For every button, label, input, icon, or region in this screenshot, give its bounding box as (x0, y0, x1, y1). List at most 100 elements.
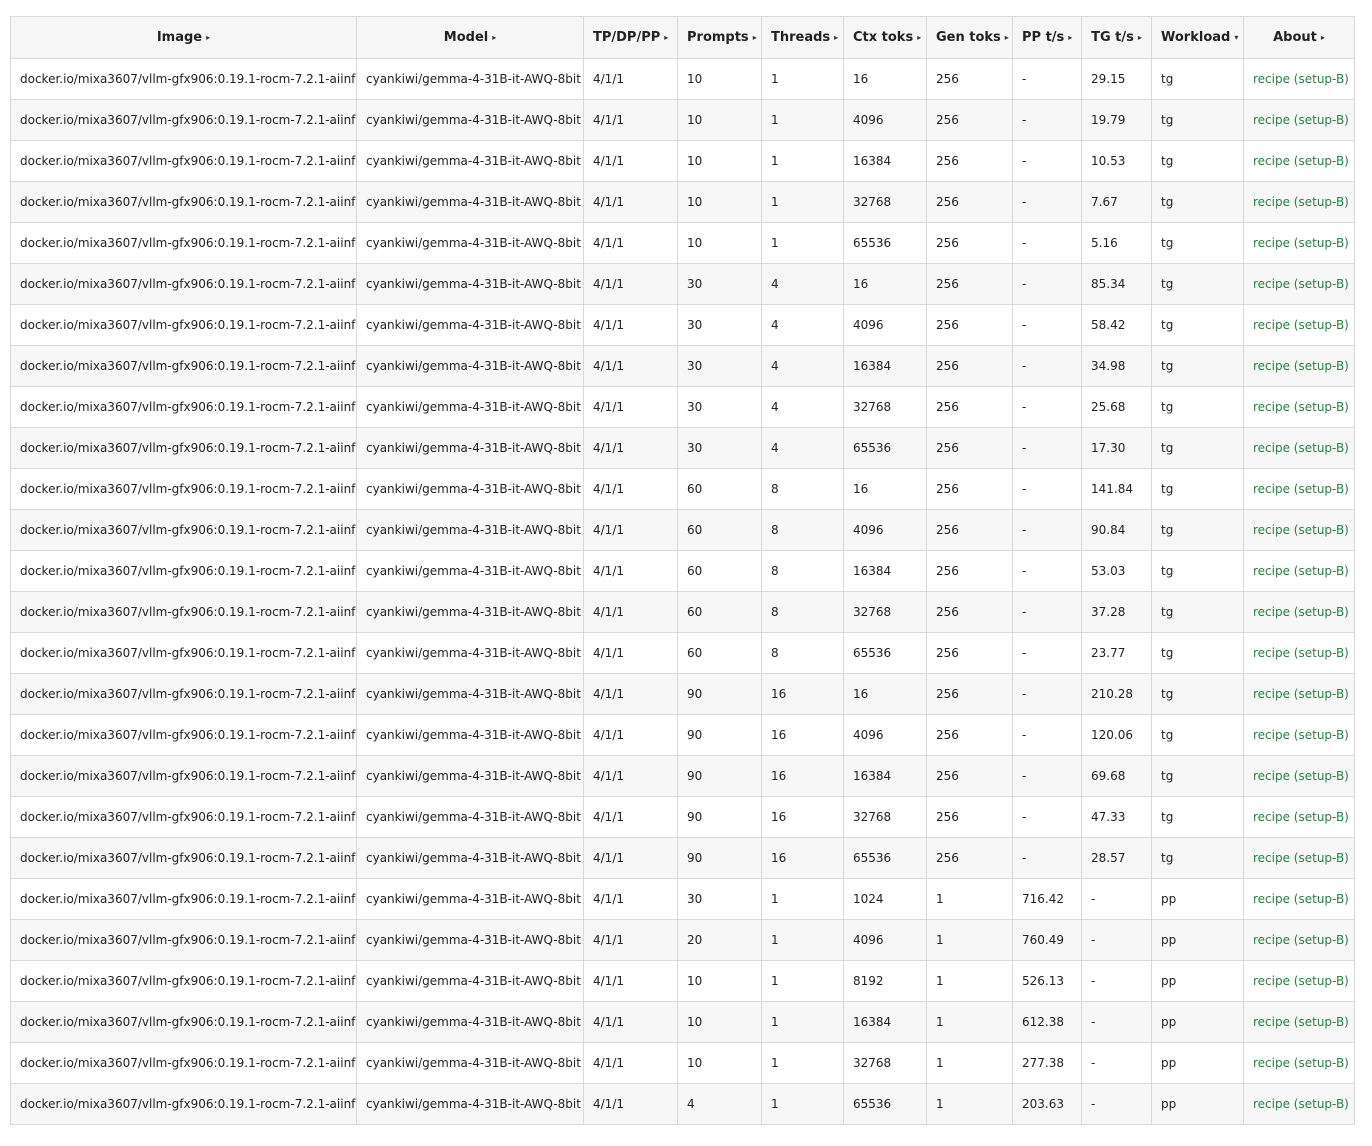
cell-tp-dp-pp: 4/1/1 (583, 796, 678, 838)
recipe-link[interactable]: recipe (setup-B) (1253, 892, 1349, 906)
recipe-link[interactable]: recipe (setup-B) (1253, 72, 1349, 86)
cell-about: recipe (setup-B) (1243, 632, 1355, 674)
cell-ctx-toks: 32768 (843, 591, 927, 633)
cell-gen-toks: 256 (926, 427, 1013, 469)
recipe-link[interactable]: recipe (setup-B) (1253, 974, 1349, 988)
table-row: docker.io/mixa3607/vllm-gfx906:0.19.1-ro… (10, 427, 1355, 469)
table-row: docker.io/mixa3607/vllm-gfx906:0.19.1-ro… (10, 99, 1355, 141)
cell-tg-ts: 47.33 (1081, 796, 1152, 838)
table-row: docker.io/mixa3607/vllm-gfx906:0.19.1-ro… (10, 181, 1355, 223)
cell-prompts: 10 (677, 1001, 762, 1043)
cell-model: cyankiwi/gemma-4-31B-it-AWQ-8bit (356, 673, 584, 715)
cell-tg-ts: 58.42 (1081, 304, 1152, 346)
cell-workload: pp (1151, 1001, 1244, 1043)
cell-ctx-toks: 32768 (843, 796, 927, 838)
cell-gen-toks: 1 (926, 960, 1013, 1002)
table-row: docker.io/mixa3607/vllm-gfx906:0.19.1-ro… (10, 58, 1355, 100)
cell-workload: tg (1151, 796, 1244, 838)
cell-workload: tg (1151, 468, 1244, 510)
recipe-link[interactable]: recipe (setup-B) (1253, 318, 1349, 332)
recipe-link[interactable]: recipe (setup-B) (1253, 605, 1349, 619)
cell-image: docker.io/mixa3607/vllm-gfx906:0.19.1-ro… (10, 1042, 357, 1084)
cell-threads: 16 (761, 714, 844, 756)
recipe-link[interactable]: recipe (setup-B) (1253, 236, 1349, 250)
recipe-link[interactable]: recipe (setup-B) (1253, 933, 1349, 947)
cell-prompts: 60 (677, 632, 762, 674)
recipe-link[interactable]: recipe (setup-B) (1253, 728, 1349, 742)
recipe-link[interactable]: recipe (setup-B) (1253, 810, 1349, 824)
column-header-threads[interactable]: Threads ▸ (761, 16, 844, 59)
cell-pp-ts: - (1012, 755, 1082, 797)
cell-ctx-toks: 1024 (843, 878, 927, 920)
cell-gen-toks: 1 (926, 1042, 1013, 1084)
sort-right-arrow-icon: ▸ (1320, 33, 1325, 42)
cell-pp-ts: - (1012, 714, 1082, 756)
recipe-link[interactable]: recipe (setup-B) (1253, 1097, 1349, 1111)
cell-model: cyankiwi/gemma-4-31B-it-AWQ-8bit (356, 468, 584, 510)
column-header-about[interactable]: About ▸ (1243, 16, 1355, 59)
cell-model: cyankiwi/gemma-4-31B-it-AWQ-8bit (356, 1001, 584, 1043)
recipe-link[interactable]: recipe (setup-B) (1253, 564, 1349, 578)
recipe-link[interactable]: recipe (setup-B) (1253, 441, 1349, 455)
cell-about: recipe (setup-B) (1243, 304, 1355, 346)
column-header-image[interactable]: Image ▸ (10, 16, 357, 59)
column-header-tp-dp-pp[interactable]: TP/DP/PP ▸ (583, 16, 678, 59)
column-header-gen-toks[interactable]: Gen toks ▸ (926, 16, 1013, 59)
column-header-label: Model (443, 30, 489, 45)
table-row: docker.io/mixa3607/vllm-gfx906:0.19.1-ro… (10, 591, 1355, 633)
recipe-link[interactable]: recipe (setup-B) (1253, 1056, 1349, 1070)
cell-threads: 1 (761, 1083, 844, 1125)
table-row: docker.io/mixa3607/vllm-gfx906:0.19.1-ro… (10, 550, 1355, 592)
table-body: docker.io/mixa3607/vllm-gfx906:0.19.1-ro… (10, 58, 1355, 1125)
table-row: docker.io/mixa3607/vllm-gfx906:0.19.1-ro… (10, 386, 1355, 428)
column-header-prompts[interactable]: Prompts ▸ (677, 16, 762, 59)
cell-image: docker.io/mixa3607/vllm-gfx906:0.19.1-ro… (10, 796, 357, 838)
cell-model: cyankiwi/gemma-4-31B-it-AWQ-8bit (356, 222, 584, 264)
recipe-link[interactable]: recipe (setup-B) (1253, 523, 1349, 537)
cell-model: cyankiwi/gemma-4-31B-it-AWQ-8bit (356, 837, 584, 879)
cell-threads: 4 (761, 427, 844, 469)
cell-model: cyankiwi/gemma-4-31B-it-AWQ-8bit (356, 878, 584, 920)
cell-ctx-toks: 16 (843, 263, 927, 305)
cell-image: docker.io/mixa3607/vllm-gfx906:0.19.1-ro… (10, 386, 357, 428)
cell-gen-toks: 256 (926, 632, 1013, 674)
cell-model: cyankiwi/gemma-4-31B-it-AWQ-8bit (356, 755, 584, 797)
table-row: docker.io/mixa3607/vllm-gfx906:0.19.1-ro… (10, 714, 1355, 756)
cell-prompts: 10 (677, 99, 762, 141)
cell-about: recipe (setup-B) (1243, 386, 1355, 428)
cell-about: recipe (setup-B) (1243, 878, 1355, 920)
column-header-model[interactable]: Model ▸ (356, 16, 584, 59)
sort-right-arrow-icon: ▸ (1137, 33, 1142, 42)
cell-prompts: 10 (677, 222, 762, 264)
cell-tp-dp-pp: 4/1/1 (583, 714, 678, 756)
cell-tg-ts: 120.06 (1081, 714, 1152, 756)
cell-threads: 1 (761, 222, 844, 264)
cell-pp-ts: 716.42 (1012, 878, 1082, 920)
cell-tg-ts: 210.28 (1081, 673, 1152, 715)
column-header-ctx-toks[interactable]: Ctx toks ▸ (843, 16, 927, 59)
recipe-link[interactable]: recipe (setup-B) (1253, 851, 1349, 865)
column-header-tg-ts[interactable]: TG t/s ▸ (1081, 16, 1152, 59)
recipe-link[interactable]: recipe (setup-B) (1253, 1015, 1349, 1029)
cell-tp-dp-pp: 4/1/1 (583, 140, 678, 182)
recipe-link[interactable]: recipe (setup-B) (1253, 400, 1349, 414)
recipe-link[interactable]: recipe (setup-B) (1253, 195, 1349, 209)
recipe-link[interactable]: recipe (setup-B) (1253, 154, 1349, 168)
cell-gen-toks: 256 (926, 140, 1013, 182)
cell-pp-ts: - (1012, 468, 1082, 510)
cell-pp-ts: - (1012, 222, 1082, 264)
column-header-pp-ts[interactable]: PP t/s ▸ (1012, 16, 1082, 59)
cell-model: cyankiwi/gemma-4-31B-it-AWQ-8bit (356, 386, 584, 428)
cell-ctx-toks: 32768 (843, 181, 927, 223)
cell-workload: tg (1151, 837, 1244, 879)
recipe-link[interactable]: recipe (setup-B) (1253, 687, 1349, 701)
recipe-link[interactable]: recipe (setup-B) (1253, 769, 1349, 783)
cell-image: docker.io/mixa3607/vllm-gfx906:0.19.1-ro… (10, 1083, 357, 1125)
recipe-link[interactable]: recipe (setup-B) (1253, 482, 1349, 496)
recipe-link[interactable]: recipe (setup-B) (1253, 277, 1349, 291)
recipe-link[interactable]: recipe (setup-B) (1253, 646, 1349, 660)
column-header-workload[interactable]: Workload ▾ (1151, 16, 1244, 59)
recipe-link[interactable]: recipe (setup-B) (1253, 359, 1349, 373)
cell-gen-toks: 1 (926, 878, 1013, 920)
recipe-link[interactable]: recipe (setup-B) (1253, 113, 1349, 127)
